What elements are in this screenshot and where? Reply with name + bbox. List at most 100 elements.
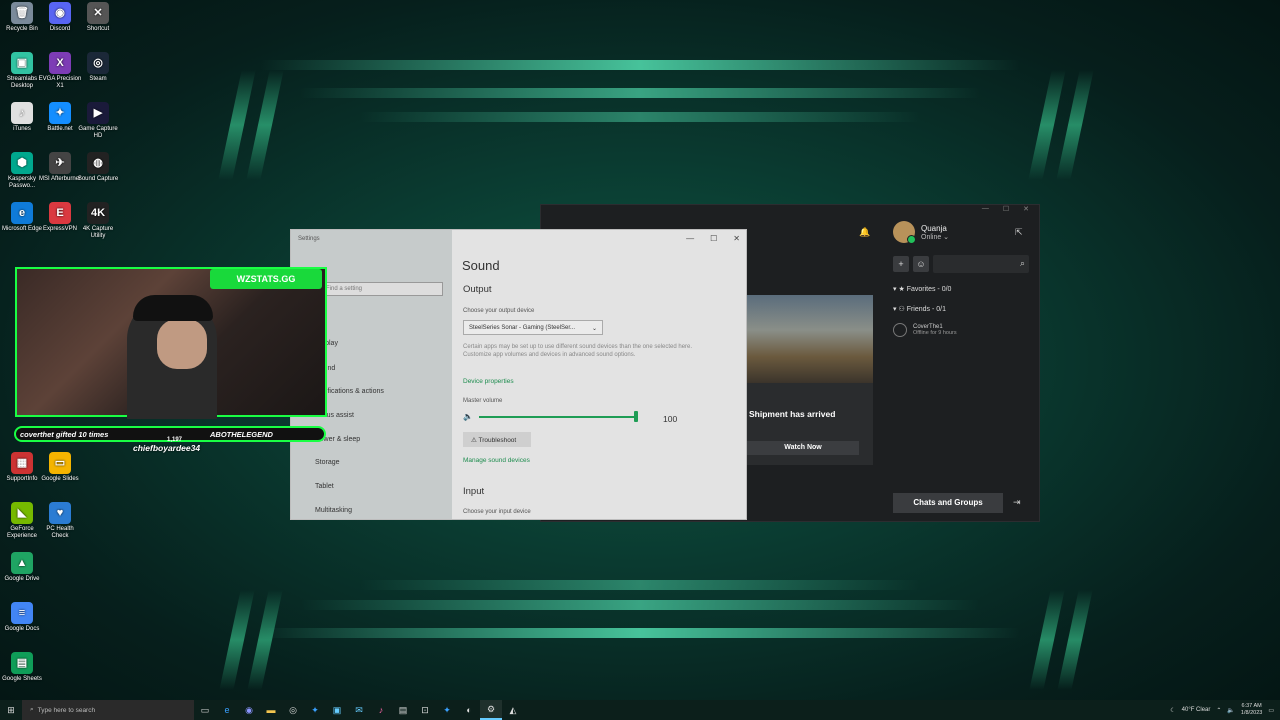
- alert-user-text: ABOTHELEGEND: [210, 430, 273, 439]
- file-explorer-icon[interactable]: ▬: [260, 700, 282, 720]
- profile[interactable]: Quanja Online ⌄: [893, 221, 949, 244]
- sidebar-item[interactable]: Tablet: [315, 483, 334, 490]
- minimize-icon[interactable]: —: [686, 234, 694, 243]
- taskbar-search-input[interactable]: ⌕ Type here to search: [22, 700, 194, 720]
- weather-text[interactable]: 40°F Clear: [1182, 707, 1211, 713]
- shortcut-icon: ✕: [87, 2, 109, 24]
- desktop-icon[interactable]: ♥ PC Health Check: [38, 502, 82, 540]
- speaker-icon[interactable]: 🔈: [463, 412, 473, 421]
- app-titlebar: — ☐ ✕: [541, 205, 1039, 219]
- settings-search-input[interactable]: Find a setting: [321, 282, 443, 296]
- supportinfo-icon: ▦: [11, 452, 33, 474]
- friend-item[interactable]: CoverThe1 Offline for 9 hours: [893, 323, 1029, 337]
- chats-and-groups-button[interactable]: Chats and Groups: [893, 493, 1003, 513]
- maximize-icon[interactable]: ☐: [710, 234, 717, 243]
- sidebar-item[interactable]: Multitasking: [315, 507, 352, 514]
- game-card[interactable]: Shipment has arrived Watch Now: [747, 295, 873, 465]
- page-title: Sound: [462, 258, 500, 273]
- desktop-icon[interactable]: ◍ Sound Capture: [76, 152, 120, 183]
- google-drive-icon: ▲: [11, 552, 33, 574]
- desktop-icon[interactable]: ▶ Game Capture HD: [76, 102, 120, 140]
- close-icon[interactable]: ✕: [1023, 205, 1029, 219]
- itunes-icon: ♪: [11, 102, 33, 124]
- photos-taskbar-icon[interactable]: ▣: [326, 700, 348, 720]
- notifications-icon[interactable]: ▭: [1268, 707, 1274, 714]
- manage-sound-devices-link[interactable]: Manage sound devices: [463, 457, 530, 464]
- battlenet2-taskbar-icon[interactable]: ✦: [436, 700, 458, 720]
- desktop-icon-label: Shortcut: [86, 26, 110, 32]
- sound-capture-icon: ◍: [87, 152, 109, 174]
- collapse-icon[interactable]: ⇥: [1013, 497, 1021, 508]
- notepad-taskbar-icon[interactable]: ▤: [392, 700, 414, 720]
- game-capture-icon: ▶: [87, 102, 109, 124]
- friends-panel: + ☺ ⌕ ▾ ★ Favorites - 0/0 ▾ ⚇ Friends - …: [893, 255, 1029, 337]
- chevron-down-icon: ⌄: [591, 326, 597, 332]
- settings-taskbar-icon[interactable]: ⚙: [480, 700, 502, 720]
- xbox-taskbar-icon[interactable]: ⊡: [414, 700, 436, 720]
- master-volume-value: 100: [663, 414, 678, 424]
- volume-slider-thumb[interactable]: [634, 411, 638, 422]
- notification-bell-icon[interactable]: 🔔: [859, 227, 870, 238]
- desktop-icon[interactable]: ◎ Steam: [76, 52, 120, 83]
- battlenet-taskbar-icon[interactable]: ✦: [304, 700, 326, 720]
- desktop-icon-label: Google Slides: [41, 476, 79, 482]
- maximize-icon[interactable]: ☐: [1003, 205, 1009, 219]
- desktop-icon-label: PC Health Check: [46, 526, 74, 539]
- webcam-overlay: [15, 267, 327, 419]
- output-device-select[interactable]: SteelSeries Sonar - Gaming (SteelSer... …: [463, 320, 603, 335]
- popout-icon[interactable]: ⇱: [1015, 227, 1023, 238]
- pc-health-icon: ♥: [49, 502, 71, 524]
- weather-icon[interactable]: ☾: [1170, 707, 1175, 714]
- device-properties-link[interactable]: Device properties: [463, 378, 514, 385]
- edge-taskbar-icon[interactable]: e: [216, 700, 238, 720]
- desktop-icon[interactable]: ▭ Google Slides: [38, 452, 82, 483]
- start-button[interactable]: ⊞: [0, 700, 22, 720]
- mail-taskbar-icon[interactable]: ✉: [348, 700, 370, 720]
- wzstats-badge: WZSTATS.GG: [210, 269, 322, 289]
- profile-status[interactable]: Online ⌄: [921, 233, 949, 241]
- expressvpn-icon: E: [49, 202, 71, 224]
- avatar: [893, 221, 916, 244]
- obs-taskbar-icon[interactable]: ◐: [458, 700, 480, 720]
- volume-icon[interactable]: 🔈: [1227, 707, 1234, 714]
- add-friend-icon[interactable]: +: [893, 256, 909, 272]
- tray-arrow-icon[interactable]: ⌃: [1216, 707, 1221, 714]
- steam-icon: ◎: [87, 52, 109, 74]
- streamer-hat: [133, 295, 213, 321]
- warning-icon: ⚠: [471, 437, 477, 444]
- task-view-icon[interactable]: ▭: [194, 700, 216, 720]
- troubleshoot-button[interactable]: ⚠ Troubleshoot: [463, 432, 531, 447]
- friends-header[interactable]: ▾ ⚇ Friends - 0/1: [893, 305, 1029, 313]
- settings-main: — ☐ ✕ Sound Output Choose your output de…: [452, 230, 746, 519]
- desktop-icon[interactable]: ▲ Google Drive: [0, 552, 44, 583]
- kaspersky-icon: ⬢: [11, 152, 33, 174]
- discord-taskbar-icon[interactable]: ◉: [238, 700, 260, 720]
- itunes-taskbar-icon[interactable]: ♪: [370, 700, 392, 720]
- volume-slider-track[interactable]: [479, 416, 637, 418]
- desktop-icon-label: Google Docs: [4, 626, 40, 632]
- steam-taskbar-icon[interactable]: ◎: [282, 700, 304, 720]
- desktop-icon[interactable]: 4K 4K Capture Utility: [76, 202, 120, 240]
- watch-now-button[interactable]: Watch Now: [747, 441, 859, 455]
- clock[interactable]: 6:37 AM 1/8/2023: [1241, 703, 1262, 717]
- discord-icon: ◉: [49, 2, 71, 24]
- minimize-icon[interactable]: —: [982, 205, 989, 219]
- recycle-bin-icon: 🗑: [11, 2, 33, 24]
- favorites-header[interactable]: ▾ ★ Favorites - 0/0: [893, 285, 1029, 293]
- desktop-icon[interactable]: ▤ Google Sheets: [0, 652, 44, 683]
- friends-search-input[interactable]: ⌕: [933, 255, 1029, 273]
- desktop-icon[interactable]: ≡ Google Docs: [0, 602, 44, 633]
- people-icon[interactable]: ☺: [913, 256, 929, 272]
- app-taskbar-icon[interactable]: ◭: [502, 700, 524, 720]
- desktop-icon[interactable]: ✕ Shortcut: [76, 2, 120, 33]
- game-image: [747, 295, 873, 383]
- close-icon[interactable]: ✕: [733, 234, 740, 243]
- desktop-icon-label: Sound Capture: [77, 176, 119, 182]
- sidebar-item[interactable]: Storage: [315, 459, 340, 466]
- friend-avatar: [893, 323, 907, 337]
- input-heading: Input: [463, 486, 485, 497]
- output-heading: Output: [463, 284, 492, 295]
- profile-name: Quanja: [921, 223, 947, 233]
- google-sheets-icon: ▤: [11, 652, 33, 674]
- msi-afterburner-icon: ✈: [49, 152, 71, 174]
